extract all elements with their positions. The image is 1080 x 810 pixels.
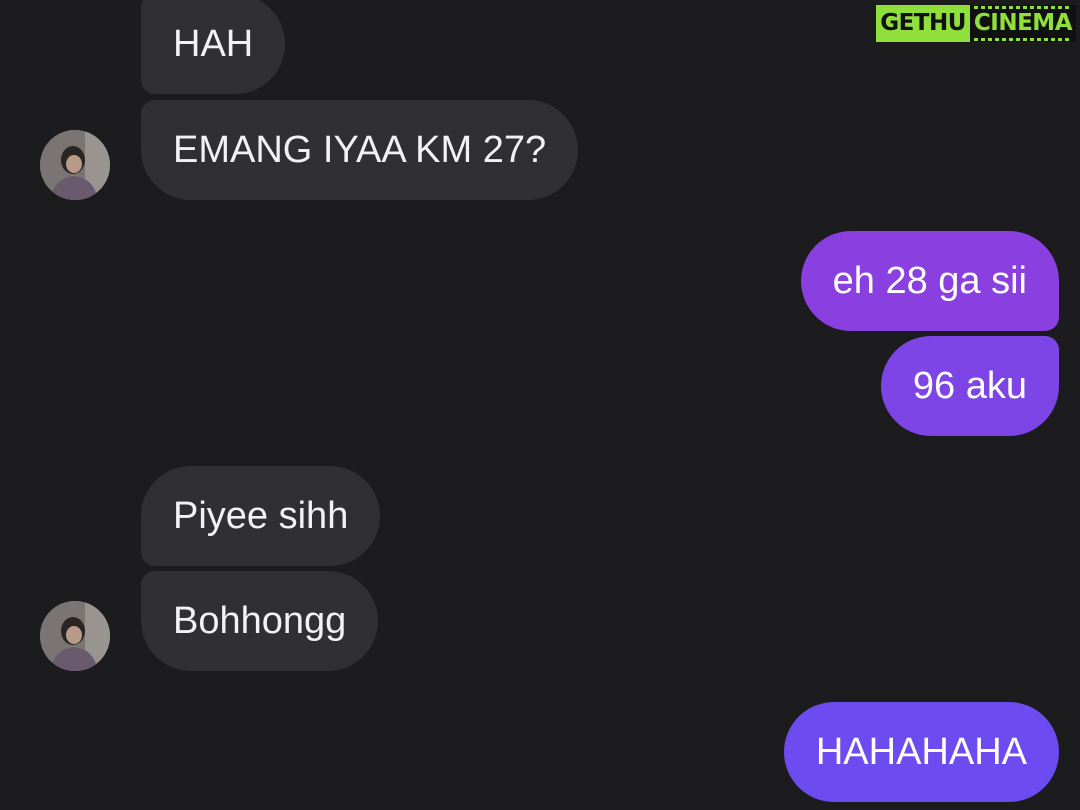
incoming-message-bubble[interactable]: Piyee sihh (141, 466, 381, 566)
watermark-right-text: CINEMA (969, 5, 1076, 42)
contact-avatar[interactable] (40, 601, 110, 671)
avatar-photo-icon (40, 601, 110, 671)
contact-avatar[interactable] (40, 130, 110, 200)
chat-screen: HAH EMANG IYAA KM 27? eh 28 ga sii 96 ak… (0, 0, 1080, 810)
incoming-message-bubble[interactable]: HAH (141, 0, 286, 94)
incoming-message-bubble[interactable]: EMANG IYAA KM 27? (141, 100, 579, 200)
avatar-photo-icon (40, 130, 110, 200)
watermark-left-text: GETHU (876, 5, 970, 42)
outgoing-message-bubble[interactable]: HAHAHAHA (783, 702, 1059, 802)
outgoing-message-bubble[interactable]: eh 28 ga sii (800, 231, 1059, 331)
channel-watermark-logo: GETHU CINEMA (876, 5, 1076, 42)
incoming-message-bubble[interactable]: Bohhongg (141, 571, 379, 671)
outgoing-message-bubble[interactable]: 96 aku (880, 336, 1059, 436)
